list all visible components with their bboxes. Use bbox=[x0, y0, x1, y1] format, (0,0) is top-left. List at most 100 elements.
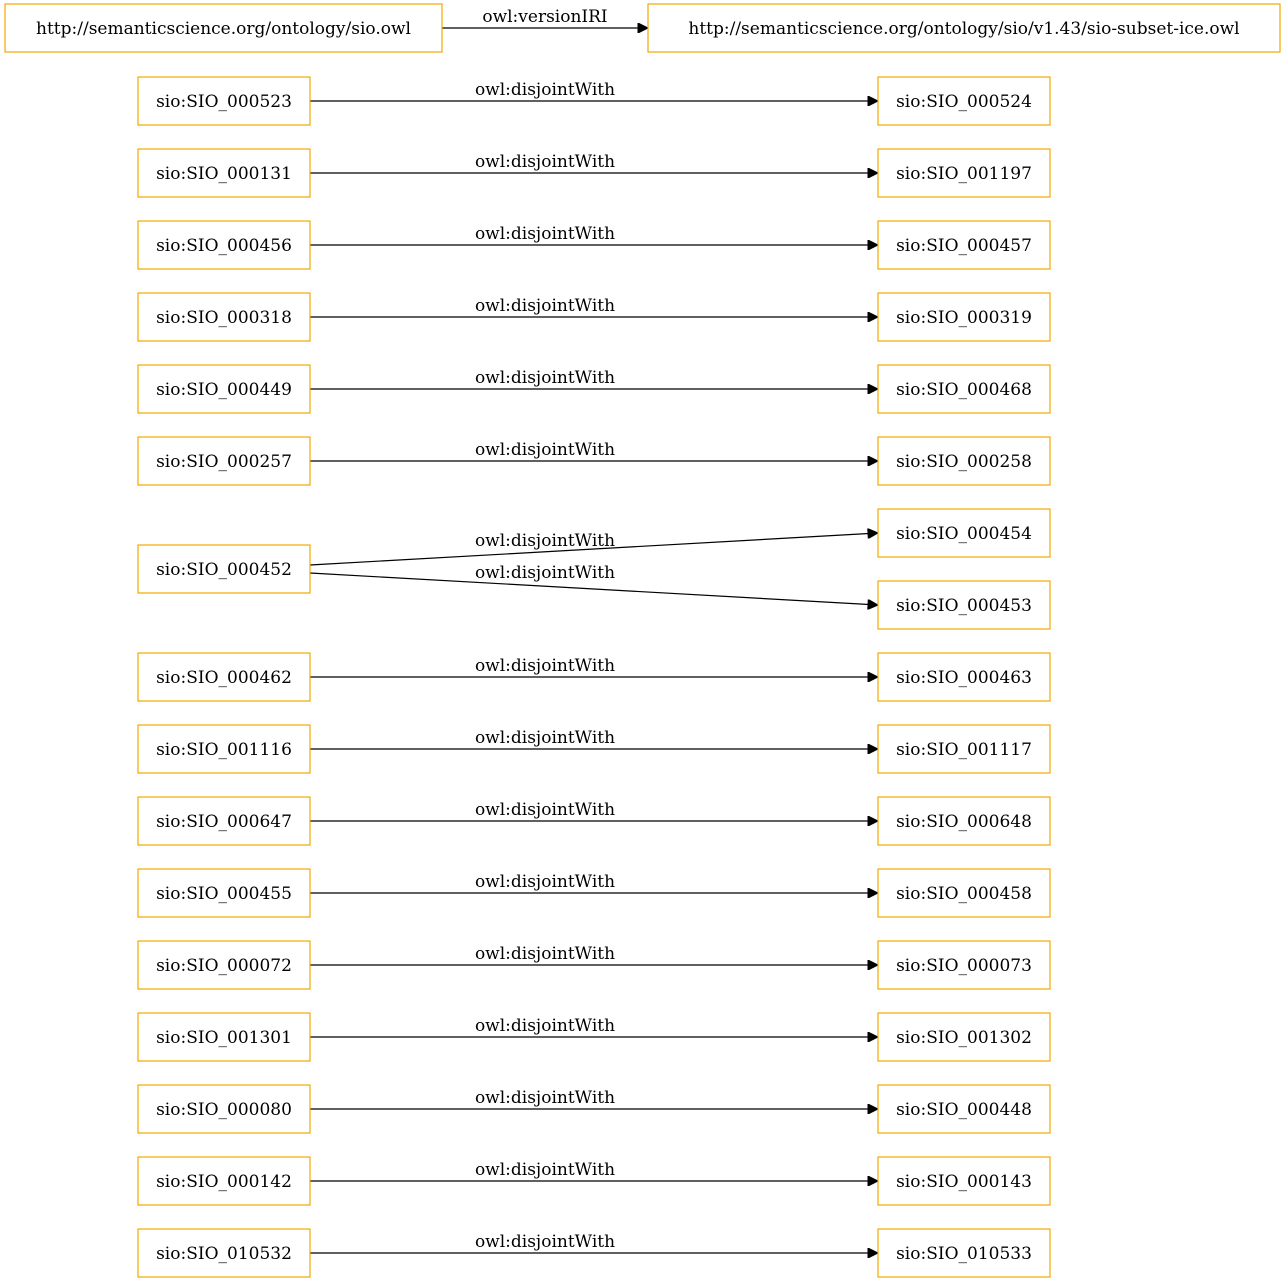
node-label: sio:SIO_010532 bbox=[156, 1244, 292, 1264]
node-sio-sio-000143: sio:SIO_000143 bbox=[877, 1156, 1051, 1206]
edge-label: owl:disjointWith bbox=[475, 872, 615, 892]
node-label: http://semanticscience.org/ontology/sio/… bbox=[688, 19, 1239, 39]
node-sio-sio-000453: sio:SIO_000453 bbox=[877, 580, 1051, 630]
edge-label: owl:disjointWith bbox=[475, 531, 615, 551]
node-sio-sio-000072: sio:SIO_000072 bbox=[137, 940, 311, 990]
node-sio-sio-010533: sio:SIO_010533 bbox=[877, 1228, 1051, 1278]
node-label: sio:SIO_000462 bbox=[156, 668, 292, 688]
node-sio-sio-000454: sio:SIO_000454 bbox=[877, 508, 1051, 558]
edge-sio-sio-000452-to-sio-sio-000454: owl:disjointWith bbox=[309, 531, 878, 566]
node-label: sio:SIO_000073 bbox=[896, 956, 1032, 976]
edge-label: owl:disjointWith bbox=[475, 80, 615, 100]
node-sio-sio-000647: sio:SIO_000647 bbox=[137, 796, 311, 846]
edge-sio-sio-000131-to-sio-sio-001197: owl:disjointWith bbox=[310, 152, 878, 173]
node-label: sio:SIO_001302 bbox=[896, 1028, 1032, 1048]
node-label: sio:SIO_000131 bbox=[156, 164, 292, 184]
node-label: sio:SIO_000454 bbox=[896, 524, 1032, 544]
node-label: sio:SIO_000142 bbox=[156, 1172, 292, 1192]
edge-sio-sio-010532-to-sio-sio-010533: owl:disjointWith bbox=[310, 1232, 878, 1253]
node-sio-sio-000318: sio:SIO_000318 bbox=[137, 292, 311, 342]
node-label: sio:SIO_000523 bbox=[156, 92, 292, 112]
edge-sio-sio-000072-to-sio-sio-000073: owl:disjointWith bbox=[310, 944, 878, 965]
node-sio-sio-000457: sio:SIO_000457 bbox=[877, 220, 1051, 270]
node-label: sio:SIO_001117 bbox=[896, 740, 1032, 760]
edge-label: owl:disjointWith bbox=[475, 1160, 615, 1180]
ontology-graph: owl:versionIRI owl:disjointWith owl:disjoi… bbox=[4, 3, 1281, 1278]
edge-sio-sio-001301-to-sio-sio-001302: owl:disjointWith bbox=[310, 1016, 878, 1037]
node-sio-sio-000131: sio:SIO_000131 bbox=[137, 148, 311, 198]
edge-label: owl:disjointWith bbox=[475, 656, 615, 676]
node-label: http://semanticscience.org/ontology/sio.… bbox=[36, 19, 411, 39]
node-label: sio:SIO_000318 bbox=[156, 308, 292, 328]
node-sio-sio-000073: sio:SIO_000073 bbox=[877, 940, 1051, 990]
node-sio-sio-000449: sio:SIO_000449 bbox=[137, 364, 311, 414]
node-label: sio:SIO_000448 bbox=[896, 1100, 1032, 1120]
node-sio-sio-000462: sio:SIO_000462 bbox=[137, 652, 311, 702]
edge-label: owl:versionIRI bbox=[482, 7, 607, 27]
node-label: sio:SIO_000319 bbox=[896, 308, 1032, 328]
node-label: sio:SIO_000455 bbox=[156, 884, 292, 904]
node-label: sio:SIO_000257 bbox=[156, 452, 292, 472]
node-sio-sio-000258: sio:SIO_000258 bbox=[877, 436, 1051, 486]
node-sio-sio-000142: sio:SIO_000142 bbox=[137, 1156, 311, 1206]
edge-label: owl:disjointWith bbox=[475, 1088, 615, 1108]
edge-sio-sio-000523-to-sio-sio-000524: owl:disjointWith bbox=[310, 80, 878, 101]
node-sio-sio-000458: sio:SIO_000458 bbox=[877, 868, 1051, 918]
node-label: sio:SIO_000453 bbox=[896, 596, 1032, 616]
node-sio-sio-001197: sio:SIO_001197 bbox=[877, 148, 1051, 198]
edge-label: owl:disjointWith bbox=[475, 296, 615, 316]
edge-label: owl:disjointWith bbox=[475, 1232, 615, 1252]
node-sio-sio-000257: sio:SIO_000257 bbox=[137, 436, 311, 486]
edge-label: owl:disjointWith bbox=[475, 563, 615, 583]
edge-sio-sio-000080-to-sio-sio-000448: owl:disjointWith bbox=[310, 1088, 878, 1109]
node-label: sio:SIO_000456 bbox=[156, 236, 292, 256]
node-label: sio:SIO_000143 bbox=[896, 1172, 1032, 1192]
node-label: sio:SIO_000524 bbox=[896, 92, 1032, 112]
node-sio-sio-000524: sio:SIO_000524 bbox=[877, 76, 1051, 126]
node-label: sio:SIO_010533 bbox=[896, 1244, 1032, 1264]
node-sio-subset-ice-owl: http://semanticscience.org/ontology/sio/… bbox=[647, 3, 1281, 53]
nodes-layer: http://semanticscience.org/ontology/sio.… bbox=[4, 3, 1281, 1278]
node-label: sio:SIO_001197 bbox=[896, 164, 1032, 184]
node-label: sio:SIO_000647 bbox=[156, 812, 292, 832]
node-sio-sio-000448: sio:SIO_000448 bbox=[877, 1084, 1051, 1134]
edge-label: owl:disjointWith bbox=[475, 728, 615, 748]
node-sio-sio-000080: sio:SIO_000080 bbox=[137, 1084, 311, 1134]
edge-label: owl:disjointWith bbox=[475, 224, 615, 244]
node-sio-sio-010532: sio:SIO_010532 bbox=[137, 1228, 311, 1278]
edge-sio-sio-000142-to-sio-sio-000143: owl:disjointWith bbox=[310, 1160, 878, 1181]
node-label: sio:SIO_000080 bbox=[156, 1100, 292, 1120]
node-label: sio:SIO_000452 bbox=[156, 560, 292, 580]
edge-label: owl:disjointWith bbox=[475, 368, 615, 388]
node-sio-sio-000319: sio:SIO_000319 bbox=[877, 292, 1051, 342]
node-label: sio:SIO_000258 bbox=[896, 452, 1032, 472]
node-label: sio:SIO_001301 bbox=[156, 1028, 292, 1048]
edges-layer: owl:versionIRI owl:disjointWith owl:disjoi… bbox=[309, 7, 878, 1253]
node-label: sio:SIO_000458 bbox=[896, 884, 1032, 904]
node-label: sio:SIO_001116 bbox=[156, 740, 292, 760]
node-sio-sio-000648: sio:SIO_000648 bbox=[877, 796, 1051, 846]
edge-label: owl:disjointWith bbox=[475, 944, 615, 964]
node-label: sio:SIO_000648 bbox=[896, 812, 1032, 832]
node-sio-sio-000455: sio:SIO_000455 bbox=[137, 868, 311, 918]
edge-sio-sio-000318-to-sio-sio-000319: owl:disjointWith bbox=[310, 296, 878, 317]
node-sio-sio-000452: sio:SIO_000452 bbox=[137, 544, 311, 594]
edge-sio-owl-to-sio-subset-ice-owl: owl:versionIRI bbox=[442, 7, 648, 28]
edge-sio-sio-000456-to-sio-sio-000457: owl:disjointWith bbox=[310, 224, 878, 245]
node-sio-sio-000468: sio:SIO_000468 bbox=[877, 364, 1051, 414]
node-sio-owl: http://semanticscience.org/ontology/sio.… bbox=[4, 3, 443, 53]
node-sio-sio-001301: sio:SIO_001301 bbox=[137, 1012, 311, 1062]
node-label: sio:SIO_000072 bbox=[156, 956, 292, 976]
node-sio-sio-001117: sio:SIO_001117 bbox=[877, 724, 1051, 774]
node-label: sio:SIO_000463 bbox=[896, 668, 1032, 688]
node-sio-sio-000456: sio:SIO_000456 bbox=[137, 220, 311, 270]
node-sio-sio-001116: sio:SIO_001116 bbox=[137, 724, 311, 774]
edge-sio-sio-000257-to-sio-sio-000258: owl:disjointWith bbox=[310, 440, 878, 461]
edge-sio-sio-001116-to-sio-sio-001117: owl:disjointWith bbox=[310, 728, 878, 749]
node-label: sio:SIO_000468 bbox=[896, 380, 1032, 400]
edge-label: owl:disjointWith bbox=[475, 152, 615, 172]
edge-sio-sio-000462-to-sio-sio-000463: owl:disjointWith bbox=[310, 656, 878, 677]
node-sio-sio-000463: sio:SIO_000463 bbox=[877, 652, 1051, 702]
edge-label: owl:disjointWith bbox=[475, 440, 615, 460]
node-sio-sio-000523: sio:SIO_000523 bbox=[137, 76, 311, 126]
